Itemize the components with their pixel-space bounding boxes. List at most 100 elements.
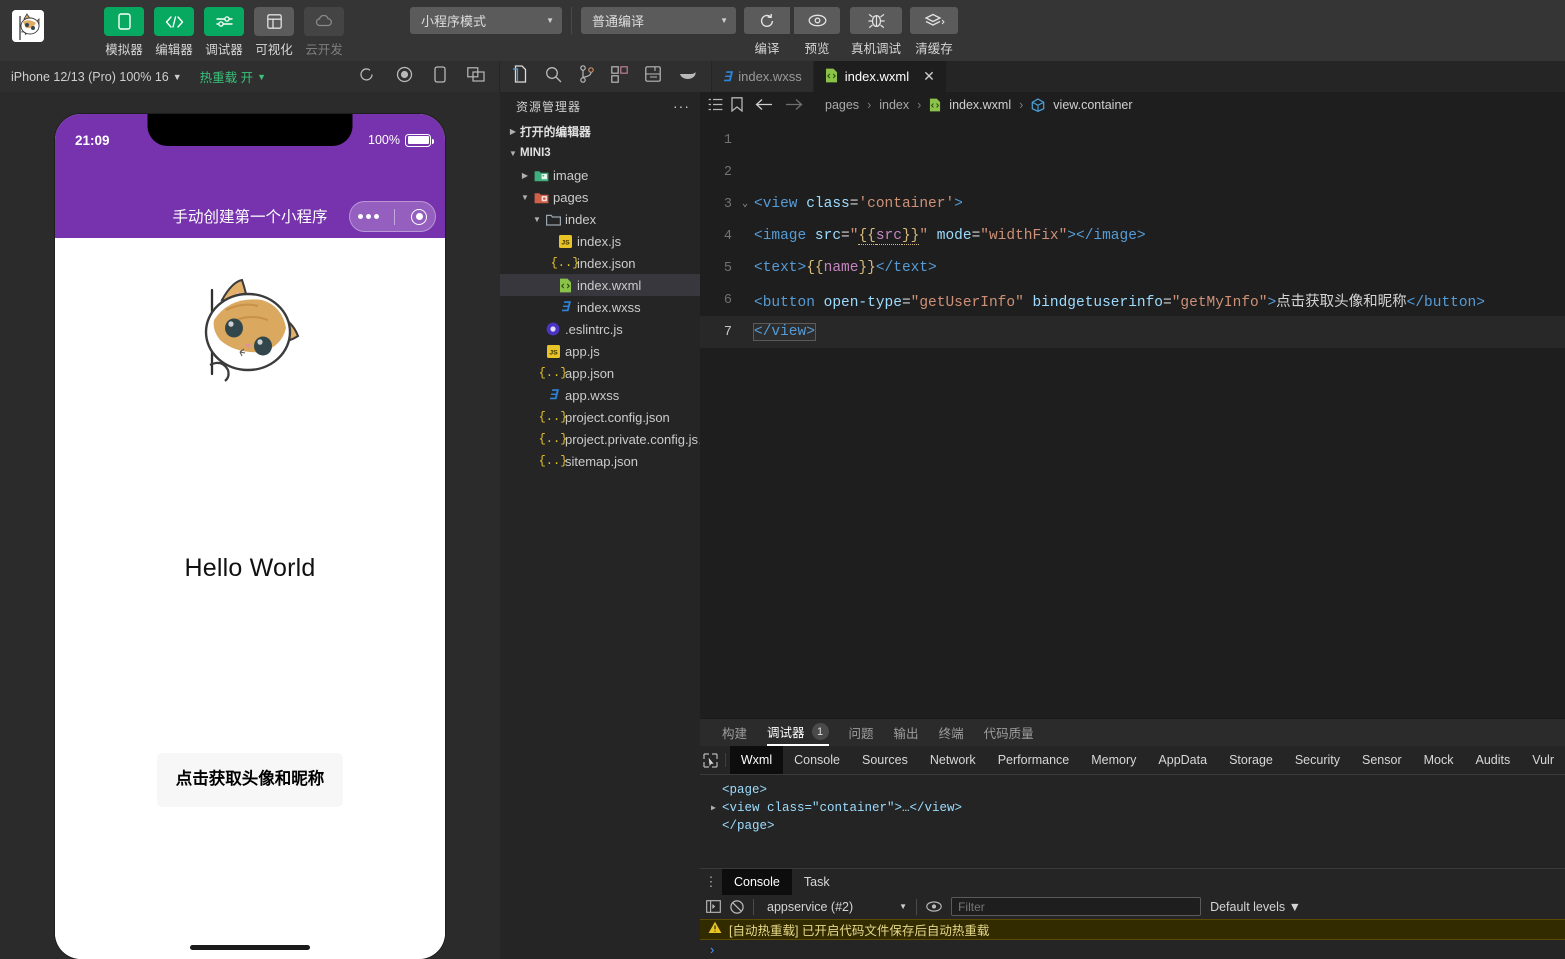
editor-tab-index-wxml[interactable]: index.wxml ✕ [813,61,947,92]
action-preview[interactable]: 预览 [794,7,840,57]
more-dots-icon[interactable] [357,214,379,219]
capsule-menu[interactable] [349,201,436,232]
devtools-tab-network[interactable]: Network [919,746,987,774]
devtools-tab-wxml[interactable]: Wxml [729,746,784,774]
explorer-item-project-private-config-js-[interactable]: {..} project.private.config.js… [500,428,711,450]
explorer-project-root[interactable]: ▼ MINI3 [500,142,700,164]
extensions-icon[interactable] [611,65,628,88]
panel-tab-output[interactable]: 输出 [894,719,919,746]
explorer-item-label: image [553,167,589,183]
forward-arrow-icon[interactable] [785,98,803,111]
panel-tab-code-quality[interactable]: 代码质量 [984,719,1034,746]
devtools-tab-audits[interactable]: Audits [1464,746,1521,774]
expand-triangle-icon[interactable]: ▶ [711,803,722,813]
device-select[interactable]: iPhone 12/13 (Pro) 100% 16 [0,70,169,84]
toolbar-button-cloud[interactable]: 云开发 [300,7,348,58]
devtools-tab-mock[interactable]: Mock [1413,746,1465,774]
breadcrumb-symbol[interactable]: view.container [1053,98,1132,112]
toolbar-button-visualization-label: 可视化 [255,43,293,57]
devtools-tab-memory[interactable]: Memory [1080,746,1147,774]
code-editor[interactable]: 1 2 3 ⌄ <view class='container'> 4 <imag… [700,118,1565,718]
bookmark-icon[interactable] [731,97,743,112]
refresh-icon[interactable] [358,66,375,88]
source-control-icon[interactable] [579,65,594,88]
search-icon[interactable] [545,66,562,88]
explorer-item-image[interactable]: ▶ image [500,164,700,186]
explorer-item-pages[interactable]: ▼ pages [500,186,700,208]
action-real-device-debug[interactable]: 真机调试 [850,7,902,57]
code-line: 4 <image src="{{src}}" mode="widthFix"><… [700,220,1565,252]
panel-tab-terminal[interactable]: 终端 [939,719,964,746]
close-icon[interactable]: ✕ [923,68,935,85]
json-file-icon: {..} [538,432,568,446]
devtools-tab-sensor[interactable]: Sensor [1351,746,1413,774]
action-compile[interactable]: 编译 [744,7,790,57]
explorer-item-sitemap-json[interactable]: {..} sitemap.json [500,450,700,472]
panel-tab-problems[interactable]: 问题 [849,719,874,746]
devtools-tab-console[interactable]: Console [783,746,851,774]
record-icon[interactable] [396,66,413,88]
devtools-tab-storage[interactable]: Storage [1218,746,1284,774]
save-icon[interactable] [645,66,661,87]
explorer-item-app-js[interactable]: JS app.js [500,340,700,362]
action-clear-cache[interactable]: 清缓存 [910,7,958,57]
breadcrumb-file[interactable]: index.wxml [949,98,1011,112]
device-icon[interactable] [434,65,446,88]
console-filter-input[interactable] [951,897,1202,917]
explorer-item-index-wxml[interactable]: index.wxml [500,274,700,296]
chevron-down-icon[interactable]: ▼ [518,193,532,202]
target-icon[interactable] [411,208,428,225]
console-context-select[interactable]: appservice (#2) ▼ [767,900,907,914]
docker-icon[interactable] [678,67,697,86]
sidebar-toggle-icon[interactable] [706,900,721,914]
toolbar-button-visualization[interactable]: 可视化 [250,7,298,58]
console-tab-console[interactable]: Console [722,869,792,895]
toolbar-button-debugger[interactable]: 调试器 [200,7,248,58]
inspect-element-icon[interactable] [700,746,721,774]
console-tab-task[interactable]: Task [792,869,842,895]
breadcrumb-index[interactable]: index [879,98,909,112]
devtools-tab-vulr[interactable]: Vulr [1521,746,1565,774]
wxml-tree-child[interactable]: ▶ <view class="container">…</view> [711,799,1565,817]
chevron-down-icon: ▼ [172,71,182,82]
console-menu-icon[interactable]: ⋮ [700,869,722,895]
phone-notch [147,114,353,146]
wxml-tree-panel[interactable]: <page> ▶ <view class="container">…</view… [700,775,1565,868]
hot-reload-select[interactable]: 热重载 开 [182,67,253,86]
outline-icon[interactable] [708,98,723,111]
panel-tab-debugger[interactable]: 调试器 1 [767,719,829,746]
explorer-icon[interactable] [511,65,528,88]
compile-select[interactable]: 普通编译 ▼ [581,7,736,34]
explorer-item-project-config-json[interactable]: {..} project.config.json [500,406,700,428]
chevron-right-icon[interactable]: ▶ [518,171,532,180]
explorer-more-icon[interactable]: ··· [673,98,690,114]
get-user-info-button[interactable]: 点击获取头像和昵称 [157,753,343,807]
windows-icon[interactable] [467,66,485,87]
mode-select[interactable]: 小程序模式 ▼ [410,7,562,34]
explorer-item-app-wxss[interactable]: ∃ app.wxss [500,384,700,406]
explorer-item-index[interactable]: ▼ index [500,208,700,230]
eye-icon[interactable] [926,901,942,912]
chevron-down-icon[interactable]: ▼ [530,215,544,224]
console-levels-select[interactable]: Default levels ▼ [1210,900,1301,914]
explorer-item-index-wxss[interactable]: ∃ index.wxss [500,296,700,318]
devtools-tab-appdata[interactable]: AppData [1147,746,1218,774]
toolbar-button-editor[interactable]: 编辑器 [150,7,198,58]
explorer-item--eslintrc-js[interactable]: .eslintrc.js [500,318,700,340]
devtools-tab-performance[interactable]: Performance [987,746,1081,774]
console-prompt[interactable]: › [700,940,1565,959]
explorer-item-index-js[interactable]: JS index.js [500,230,700,252]
toolbar-button-simulator[interactable]: 模拟器 [100,7,148,58]
fold-toggle[interactable]: ⌄ [736,198,754,210]
panel-tab-build[interactable]: 构建 [722,719,747,746]
explorer-item-index-json[interactable]: {..} index.json [500,252,700,274]
devtools-tab-security[interactable]: Security [1284,746,1351,774]
cat-avatar-logo[interactable] [12,10,44,42]
editor-tab-index-wxss[interactable]: ∃ index.wxss [712,61,814,92]
devtools-tab-sources[interactable]: Sources [851,746,919,774]
explorer-open-editors[interactable]: ▶ 打开的编辑器 [500,120,700,142]
back-arrow-icon[interactable] [755,98,773,111]
explorer-item-app-json[interactable]: {..} app.json [500,362,700,384]
clear-console-icon[interactable] [730,900,744,914]
breadcrumb-pages[interactable]: pages [825,98,859,112]
